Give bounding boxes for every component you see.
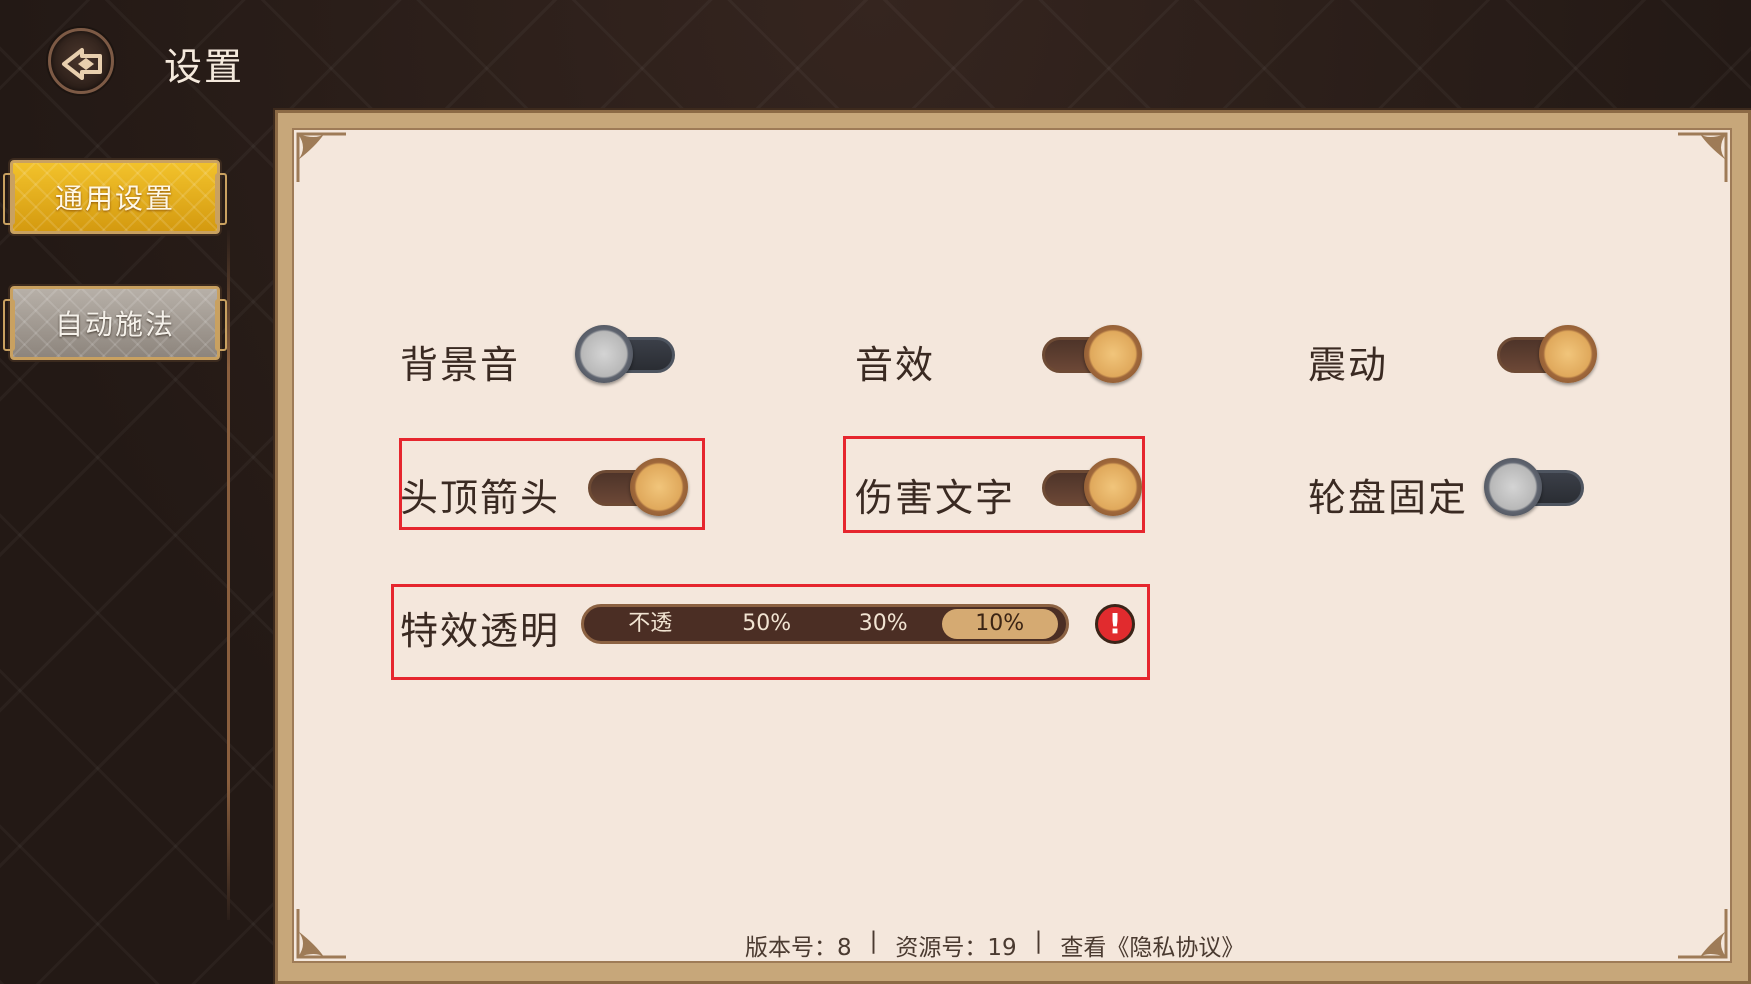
toggle-knob (1084, 458, 1142, 516)
sfx-toggle[interactable] (1038, 325, 1142, 383)
corner-ornament-icon (1678, 132, 1728, 182)
back-arrow-icon (62, 48, 102, 80)
corner-ornament-icon (296, 132, 346, 182)
page-title: 设置 (164, 45, 245, 89)
sfx-label: 音效 (855, 343, 936, 387)
effect-transparency-label: 特效透明 (400, 609, 561, 653)
transparency-option-opaque[interactable]: 不透 (592, 609, 709, 639)
toggle-knob (630, 458, 688, 516)
tab-auto-cast[interactable]: 自动施法 (3, 286, 227, 360)
toggle-knob (1084, 325, 1142, 383)
footer-info: 版本号：8 | 资源号：19 | 查看《隐私协议》 (745, 928, 1244, 962)
head-arrow-toggle[interactable] (584, 458, 688, 516)
toggle-knob (1484, 458, 1542, 516)
vibration-label: 震动 (1308, 343, 1389, 387)
joystick-fixed-label: 轮盘固定 (1308, 476, 1469, 520)
exclamation-icon[interactable]: ! (1095, 604, 1135, 644)
footer-separator: | (1034, 928, 1043, 954)
damage-text-toggle[interactable] (1038, 458, 1142, 516)
toggle-knob (575, 325, 633, 383)
settings-panel (292, 128, 1732, 963)
damage-text-label: 伤害文字 (855, 476, 1016, 520)
transparency-option-30[interactable]: 30% (825, 609, 942, 639)
vibration-toggle[interactable] (1493, 325, 1597, 383)
head-arrow-label: 头顶箭头 (400, 476, 561, 520)
resource-text: 资源号：19 (895, 935, 1017, 961)
corner-ornament-icon (1678, 909, 1728, 959)
tab-general-settings[interactable]: 通用设置 (3, 160, 227, 234)
bgm-toggle[interactable] (575, 325, 679, 383)
version-text: 版本号：8 (745, 935, 852, 961)
joystick-fixed-toggle[interactable] (1484, 458, 1588, 516)
transparency-option-10[interactable]: 10% (941, 609, 1058, 639)
effect-transparency-selector: 不透 50% 30% 10% (581, 604, 1069, 644)
corner-ornament-icon (296, 909, 346, 959)
footer-separator: | (869, 928, 878, 954)
privacy-link[interactable]: 查看《隐私协议》 (1060, 928, 1244, 962)
transparency-option-50[interactable]: 50% (709, 609, 826, 639)
toggle-knob (1539, 325, 1597, 383)
back-button[interactable] (48, 28, 114, 94)
sidebar-divider (227, 230, 230, 920)
bgm-label: 背景音 (400, 343, 521, 387)
